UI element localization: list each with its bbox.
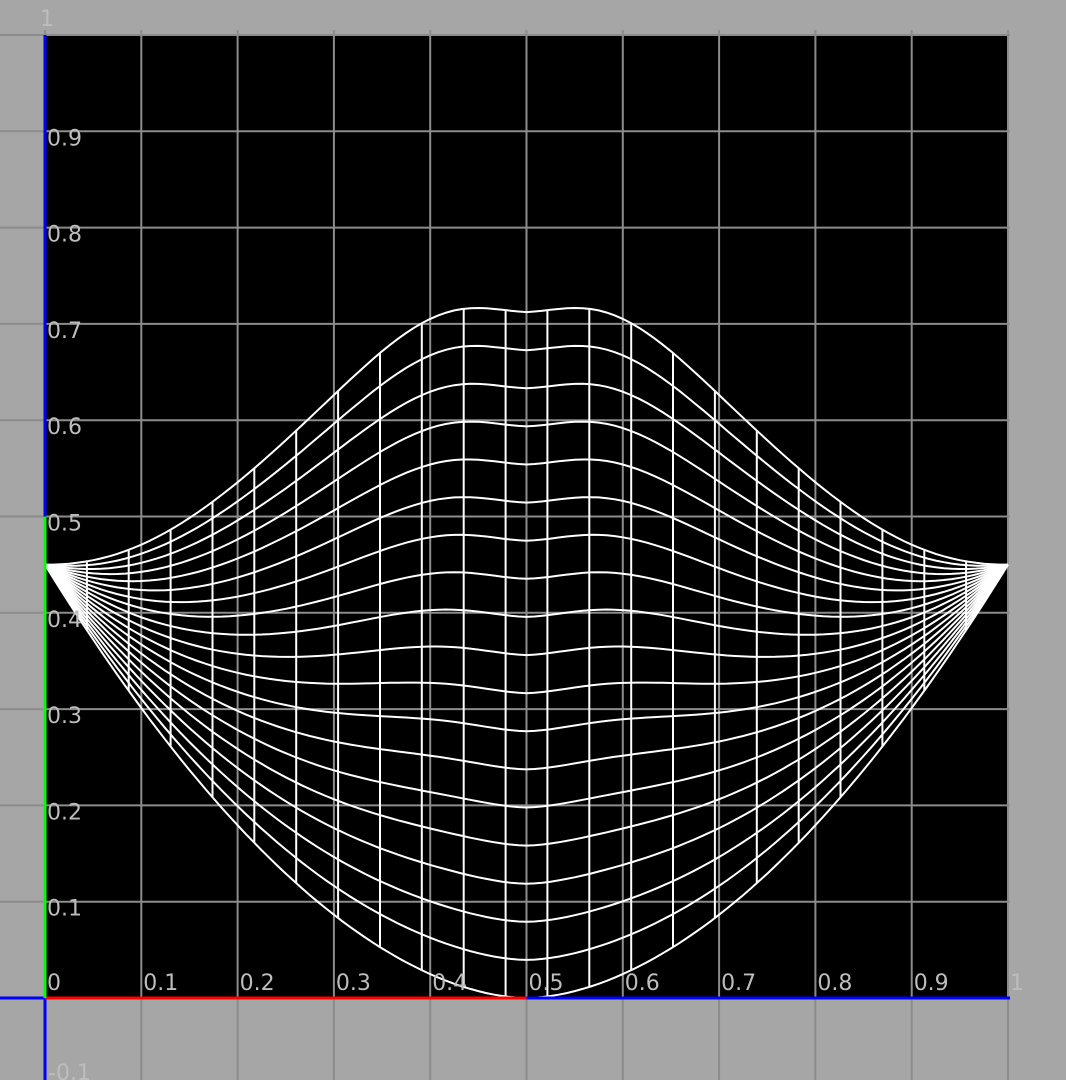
u-tick-label: 0.6 [625,971,660,996]
v-tick-label: 0.6 [47,415,82,440]
v-tick-label: 0.4 [47,608,82,633]
u-tick-label: 0 [47,971,61,996]
below-tick-label: -0.1 [48,1061,91,1080]
u-tick-label: 0.3 [336,971,371,996]
v-tick-labels: 0.1 0.2 0.3 0.4 0.5 0.6 0.7 0.8 0.9 [47,126,82,921]
v-tick-label: 0.1 [47,897,82,922]
u-tick-label: 0.1 [143,971,178,996]
v-tick-label: 0.3 [47,704,82,729]
v-tick-label: 0.2 [47,800,82,825]
u-tick-label: 0.2 [240,971,275,996]
uv-texture-editor[interactable]: 0 0.1 0.2 0.3 0.4 0.5 0.6 0.7 0.8 0.9 1 0.1 0.2 0.3 0… [0,0,1066,1080]
v-tick-label: 0.5 [47,512,82,537]
v-tick-label: 0.7 [47,319,82,344]
v-tick-label: 0.9 [47,126,82,151]
v-tick-label: 0.8 [47,223,82,248]
u-tick-label: 0.5 [529,971,564,996]
u-tick-label: 0.8 [817,971,852,996]
u-tick-label: 0.4 [432,971,467,996]
u-tick-label: 0.9 [914,971,949,996]
u-tick-label: 0.7 [721,971,756,996]
top-tick-label: 1 [40,7,54,32]
u-tick-label: 1 [1010,971,1024,996]
uv-viewport[interactable]: 0 0.1 0.2 0.3 0.4 0.5 0.6 0.7 0.8 0.9 1 0.10.20.30… [0,0,1066,1080]
